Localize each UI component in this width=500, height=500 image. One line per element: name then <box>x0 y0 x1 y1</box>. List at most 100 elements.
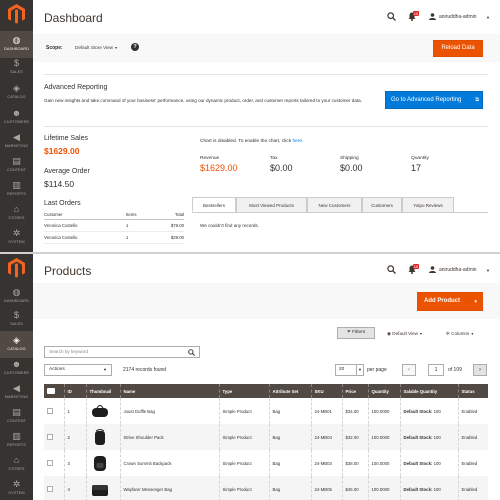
order-total: $29.00 <box>151 231 184 244</box>
chevron-down-icon[interactable]: ▼ <box>486 268 490 273</box>
sidebar-item-label: System <box>8 491 25 495</box>
help-icon[interactable]: ? <box>131 43 139 51</box>
order-customer: Veronica Costello <box>44 219 126 232</box>
product-quantity: 100.0000 <box>367 450 400 476</box>
tab-bestsellers[interactable]: Bestsellers <box>192 197 236 212</box>
sidebar-item-sales[interactable]: $ Sales <box>0 54 33 81</box>
tab-yotpo-reviews[interactable]: Yotpo Reviews <box>402 197 454 212</box>
magento-logo[interactable] <box>8 258 25 278</box>
per-page-select[interactable]: 20 <box>335 364 357 376</box>
product-thumbnail[interactable] <box>85 476 120 500</box>
tab-new-customers[interactable]: New Customers <box>307 197 362 212</box>
admin-user-menu[interactable]: aniruddha-admin <box>439 14 477 20</box>
sidebar-item-catalog[interactable]: ◈ Catalog <box>0 331 33 358</box>
admin-user-menu[interactable]: aniruddha-admin <box>439 267 477 273</box>
chevron-down-icon[interactable]: ▼ <box>357 364 364 376</box>
tab-most-viewed[interactable]: Most Viewed Products <box>236 197 307 212</box>
add-product-button[interactable]: Add Product ▼ <box>417 292 483 311</box>
user-icon[interactable] <box>429 266 436 273</box>
column-header-sku[interactable]: SKU <box>310 384 342 398</box>
column-header-name[interactable]: Name <box>119 384 219 398</box>
salable-label: Default Stock: <box>403 408 433 414</box>
cube-icon: ◈ <box>13 83 20 93</box>
actions-dropdown[interactable]: Actions ▼ <box>44 364 112 376</box>
search-input[interactable]: Search by keyword <box>44 346 200 358</box>
product-id: 4 <box>63 476 86 500</box>
column-header-quantity[interactable]: Quantity <box>367 384 400 398</box>
reload-data-button[interactable]: Reload Data <box>433 40 483 57</box>
advanced-reporting-title: Advanced Reporting <box>44 84 108 91</box>
prev-page-button[interactable]: ‹ <box>402 364 416 376</box>
product-price: $38.00 <box>341 450 368 476</box>
product-type: Simple Product <box>218 424 269 450</box>
sidebar-item-content[interactable]: ▤ Content <box>0 403 33 430</box>
search-icon[interactable] <box>387 12 396 21</box>
table-row[interactable]: 1 Joust Duffle Bag Simple Product Bag 24… <box>44 398 488 424</box>
select-all-checkbox[interactable] <box>44 384 64 398</box>
table-row[interactable]: 4 Wayfarer Messenger Bag Simple Product … <box>44 476 488 500</box>
sidebar-item-catalog[interactable]: ◈ Catalog <box>0 79 33 106</box>
notification-badge: 10 <box>413 264 419 269</box>
search-icon[interactable] <box>387 265 396 274</box>
sidebar-item-label: Sales <box>10 70 23 74</box>
order-items: 1 <box>125 231 152 244</box>
table-row[interactable]: Veronica Costello 1 $78.00 <box>44 219 184 232</box>
row-checkbox[interactable] <box>44 476 64 500</box>
sidebar-item-marketing[interactable]: ◀ Marketing <box>0 128 33 155</box>
scope-switcher[interactable]: Default Store View ▼ <box>75 45 118 50</box>
page-number-input[interactable]: 1 <box>428 364 444 376</box>
row-checkbox[interactable] <box>44 398 64 424</box>
product-thumbnail[interactable] <box>85 398 120 424</box>
table-row[interactable]: 3 Crown Summit Backpack Simple Product B… <box>44 450 488 476</box>
row-checkbox[interactable] <box>44 450 64 476</box>
last-orders-title: Last Orders <box>44 200 81 207</box>
column-header-id[interactable]: ID <box>63 384 86 398</box>
filters-button[interactable]: ⏷ Filters <box>337 327 375 339</box>
product-thumbnail[interactable] <box>85 424 120 450</box>
columns-control[interactable]: ✲ Columns ▼ <box>446 331 474 337</box>
magento-logo[interactable] <box>8 4 25 24</box>
product-quantity: 100.0000 <box>367 424 400 450</box>
chevron-down-icon[interactable]: ▼ <box>474 293 478 310</box>
column-header-attribute-set[interactable]: Attribute Set <box>268 384 311 398</box>
search-icon[interactable] <box>188 349 195 356</box>
tab-customers[interactable]: Customers <box>362 197 402 212</box>
last-orders-table: Customer Items Total Veronica Costello 1… <box>44 211 184 244</box>
sidebar-item-label: Sales <box>10 322 23 326</box>
table-row[interactable]: 2 Strive Shoulder Pack Simple Product Ba… <box>44 424 488 450</box>
sidebar-item-marketing[interactable]: ◀ Marketing <box>0 379 33 406</box>
sidebar-item-label: Customers <box>3 120 30 124</box>
table-row[interactable]: Veronica Costello 1 $29.00 <box>44 231 184 244</box>
sidebar-item-reports[interactable]: ▥ Reports <box>0 176 33 203</box>
shipping-value: $0.00 <box>340 163 363 173</box>
product-name: Strive Shoulder Pack <box>119 424 219 450</box>
chevron-down-icon: ▼ <box>103 367 107 372</box>
sidebar-item-stores[interactable]: ⌂ Stores <box>0 200 33 227</box>
sidebar-item-system[interactable]: ✲ System <box>0 475 33 500</box>
column-header-price[interactable]: Price <box>341 384 368 398</box>
view-switcher[interactable]: ◉ Default View ▼ <box>387 331 423 337</box>
sidebar-item-stores[interactable]: ⌂ Stores <box>0 451 33 478</box>
user-icon[interactable] <box>429 13 436 20</box>
sidebar-item-system[interactable]: ✲ System <box>0 224 33 251</box>
column-header: Customer <box>44 211 126 220</box>
row-checkbox[interactable] <box>44 424 64 450</box>
enable-chart-link[interactable]: here. <box>292 139 303 144</box>
sidebar-item-customers[interactable]: ☻ Customers <box>0 104 33 131</box>
advanced-reporting-button[interactable]: Go to Advanced Reporting ⧉ <box>385 91 483 109</box>
product-thumbnail[interactable] <box>85 450 120 476</box>
sidebar-item-label: Marketing <box>4 144 29 148</box>
product-id: 1 <box>63 398 86 424</box>
chevron-down-icon[interactable]: ▼ <box>486 15 490 20</box>
chevron-down-icon: ▼ <box>419 332 423 336</box>
sidebar-item-sales[interactable]: $ Sales <box>0 306 33 333</box>
checkbox-icon <box>47 460 53 466</box>
sidebar-item-reports[interactable]: ▥ Reports <box>0 427 33 454</box>
column-header-status[interactable]: Status <box>457 384 488 398</box>
product-price: $45.00 <box>341 476 368 500</box>
sidebar-item-customers[interactable]: ☻ Customers <box>0 355 33 382</box>
column-header-type[interactable]: Type <box>218 384 269 398</box>
product-id: 2 <box>63 424 86 450</box>
sidebar-item-content[interactable]: ▤ Content <box>0 152 33 179</box>
next-page-button[interactable]: › <box>473 364 487 376</box>
